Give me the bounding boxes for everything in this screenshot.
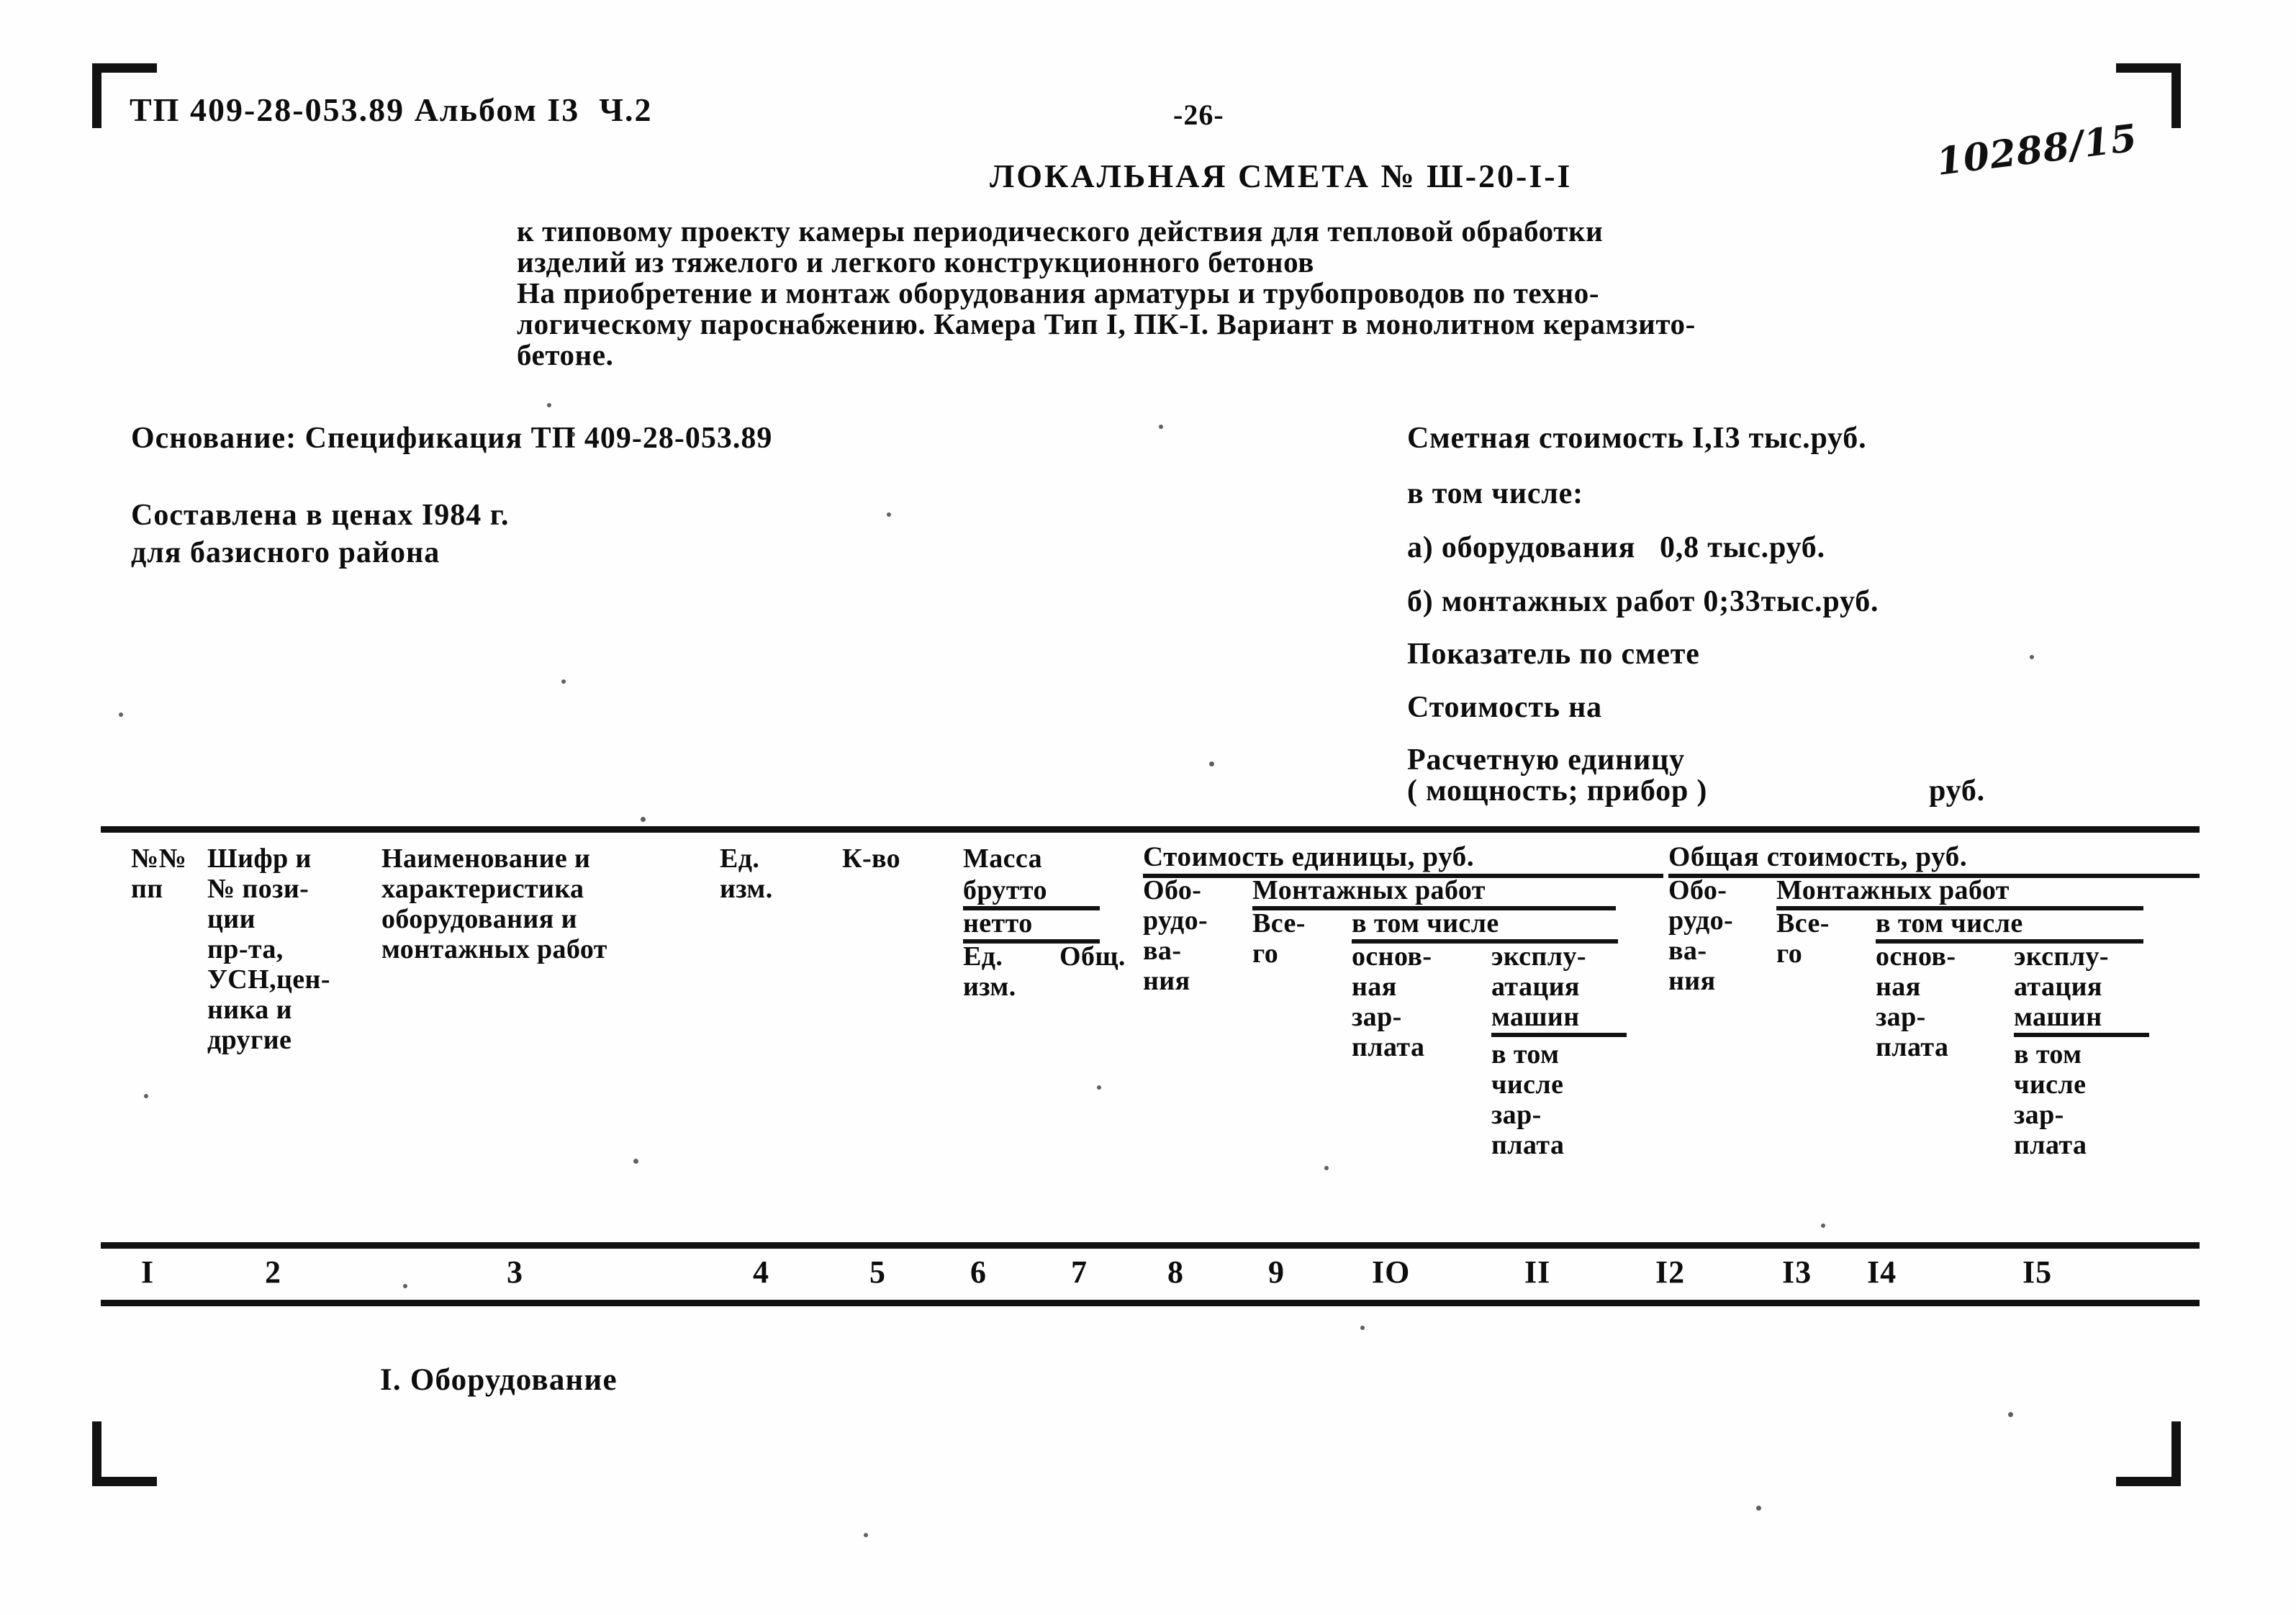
- column-header-unit-of-measure: Ед. изм.: [720, 843, 773, 904]
- registration-mark-bottom-left: [92, 1421, 157, 1486]
- document-description: к типовому проекту камеры периодического…: [517, 214, 1696, 371]
- scan-speck: [2030, 655, 2034, 659]
- column-header-total-equipment: Обо- рудо- ва- ния: [1668, 875, 1734, 996]
- column-number-10: IO: [1372, 1254, 1411, 1290]
- document-header-code: ТП 409-28-053.89 Альбом I3 Ч.2: [130, 91, 653, 128]
- estimate-indicator-label: Показатель по смете: [1407, 638, 1700, 671]
- scan-speck: [633, 1159, 638, 1164]
- currency-label: руб.: [1929, 774, 1985, 808]
- installation-cost-line: б) монтажных работ 0;33тыс.руб.: [1407, 585, 1879, 618]
- column-header-mass-total: Общ.: [1059, 941, 1126, 972]
- estimate-total-cost: Сметная стоимость I,I3 тыс.руб.: [1407, 422, 1867, 455]
- column-number-2: 2: [265, 1254, 281, 1290]
- scan-speck: [561, 679, 566, 684]
- column-header-mass: Масса: [963, 843, 1043, 874]
- scan-speck: [119, 712, 123, 717]
- column-header-unit-basic-wage: основ- ная зар- плата: [1352, 941, 1432, 1062]
- table-header-bottom-rule: [101, 1242, 2200, 1249]
- column-header-code-position: Шифр и № пози- ции пр-та, УСН,цен- ника …: [207, 843, 330, 1055]
- scan-speck: [1360, 1326, 1365, 1330]
- cost-on-label: Стоимость на: [1407, 691, 1602, 724]
- scan-speck: [1821, 1223, 1825, 1228]
- scan-speck: [864, 1533, 868, 1537]
- basis-line: Основание: Спецификация ТП 409-28-053.89: [131, 422, 773, 455]
- column-number-4: 4: [753, 1254, 769, 1290]
- power-device-label: ( мощность; прибор ): [1407, 774, 1708, 808]
- group-header-total-cost: Общая стоимость, руб.: [1668, 841, 2200, 878]
- handwritten-archive-note: 10288/15: [1934, 116, 2140, 184]
- column-header-unit-machine-operation: эксплу- атация машин: [1491, 941, 1627, 1037]
- column-number-8: 8: [1167, 1254, 1184, 1290]
- column-header-mass-per-unit: Ед. изм.: [963, 941, 1016, 1002]
- including-label: в том числе:: [1407, 477, 1583, 510]
- scan-speck: [1159, 425, 1163, 429]
- scan-speck: [403, 1284, 407, 1288]
- column-header-total-including-group: в том числе: [1876, 908, 2143, 944]
- column-header-unit-installation-total: Все- го: [1252, 908, 1306, 969]
- scan-speck: [887, 512, 891, 517]
- column-header-mass-net: нетто: [963, 908, 1100, 944]
- column-number-9: 9: [1268, 1254, 1285, 1290]
- scan-speck: [144, 1094, 148, 1098]
- column-header-total-machine-wage: в том числе зар- плата: [2014, 1039, 2087, 1160]
- scan-speck: [1756, 1506, 1761, 1511]
- column-header-quantity: К-во: [842, 843, 901, 874]
- column-number-11: II: [1524, 1254, 1551, 1290]
- page-title: ЛОКАЛЬНАЯ СМЕТА № Ш-20-I-I: [990, 158, 1573, 194]
- page-number: -26-: [1173, 99, 1224, 131]
- document-page: ТП 409-28-053.89 Альбом I3 Ч.2 -26- 1028…: [0, 0, 2296, 1615]
- column-number-12: I2: [1655, 1254, 1686, 1290]
- column-header-unit-machine-wage: в том числе зар- плата: [1491, 1039, 1565, 1160]
- scan-speck: [1510, 229, 1514, 233]
- calculation-unit-label: Расчетную единицу: [1407, 743, 1685, 777]
- prices-basis-line: Составлена в ценах I984 г. для базисного…: [131, 499, 510, 569]
- scan-speck: [1324, 1166, 1329, 1170]
- column-header-row-number: №№ пп: [131, 843, 187, 904]
- column-header-total-basic-wage: основ- ная зар- плата: [1876, 941, 1956, 1062]
- column-number-7: 7: [1071, 1254, 1088, 1290]
- scan-speck: [547, 403, 551, 407]
- scan-speck: [1209, 761, 1214, 766]
- column-header-unit-including-group: в том числе: [1352, 908, 1618, 944]
- column-header-mass-gross: брутто: [963, 875, 1100, 910]
- column-number-6: 6: [970, 1254, 987, 1290]
- table-top-rule: [101, 826, 2200, 833]
- column-number-14: I4: [1867, 1254, 1897, 1290]
- column-number-1: I: [141, 1254, 155, 1290]
- column-number-13: I3: [1782, 1254, 1812, 1290]
- column-header-name-characteristics: Наименование и характеристика оборудован…: [381, 843, 607, 964]
- equipment-cost-line: а) оборудования 0,8 тыс.руб.: [1407, 531, 1825, 564]
- column-header-total-machine-operation: эксплу- атация машин: [2014, 941, 2149, 1037]
- table-numbers-bottom-rule: [101, 1300, 2200, 1306]
- registration-mark-bottom-right: [2116, 1421, 2181, 1486]
- scan-speck: [641, 817, 646, 822]
- column-header-unit-equipment: Обо- рудо- ва- ния: [1143, 875, 1208, 996]
- column-header-total-installation-total: Все- го: [1776, 908, 1830, 969]
- column-number-3: 3: [507, 1254, 523, 1290]
- scan-speck: [2008, 1412, 2013, 1417]
- scan-speck: [1097, 1085, 1101, 1090]
- scan-speck: [570, 432, 575, 437]
- column-header-unit-installation-group: Монтажных работ: [1252, 875, 1616, 910]
- column-number-15: I5: [2022, 1254, 2053, 1290]
- group-header-unit-cost: Стоимость единицы, руб.: [1143, 841, 1663, 878]
- column-header-total-installation-group: Монтажных работ: [1776, 875, 2143, 910]
- column-number-5: 5: [869, 1254, 886, 1290]
- table-section-label: I. Оборудование: [380, 1363, 618, 1397]
